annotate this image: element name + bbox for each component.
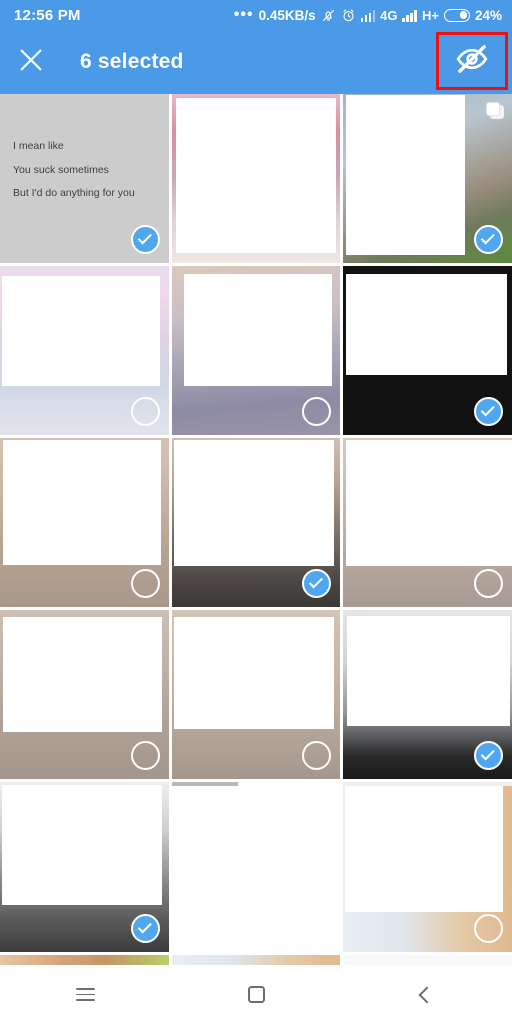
photo-thumbnail [343,955,512,965]
check-icon [480,230,495,245]
network-type-label: 4G [380,7,398,23]
grid-row: I mean like You suck sometimes But I'd d… [0,94,512,263]
close-icon [16,45,46,80]
grid-cell-photo[interactable] [0,266,169,435]
status-indicators: ••• 0.45KB/s 4G H+ 24% [233,6,502,23]
status-time: 12:56 PM [14,6,81,24]
stack-icon [485,102,504,120]
redaction-block [346,95,466,255]
grid-cell-photo[interactable] [343,94,512,263]
select-marker-unchecked[interactable] [473,569,503,598]
select-marker-checked[interactable] [473,397,503,426]
grid-cell-photo[interactable] [0,438,169,607]
note-line-1: I mean like [13,140,64,152]
redaction-block [175,98,336,253]
back-chevron-icon [418,986,436,1003]
bell-muted-icon [321,8,336,23]
more-dots-icon: ••• [233,6,254,23]
check-icon [137,919,152,934]
back-button[interactable] [341,965,512,1024]
grid-cell-photo[interactable] [0,782,169,952]
select-marker-checked[interactable] [473,741,503,770]
grid-cell-photo[interactable] [171,266,341,435]
home-square-icon [247,986,265,1003]
grid-cell-photo[interactable] [171,438,341,607]
photo-grid[interactable]: I mean like You suck sometimes But I'd d… [0,94,512,965]
page-title: 6 selected [80,50,184,73]
select-marker-unchecked[interactable] [130,397,160,426]
signal-bars-icon [360,9,376,22]
battery-percent-text: 24% [474,7,502,23]
select-marker-checked[interactable] [473,225,503,254]
note-line-3: But I'd do anything for you [13,187,135,199]
note-line-2: You suck sometimes [13,164,109,176]
close-button[interactable] [0,30,62,94]
select-marker-unchecked[interactable] [473,914,503,943]
home-button[interactable] [171,965,342,1024]
grid-row [0,266,512,435]
grid-cell-photo[interactable] [343,610,512,779]
phone-screen: 12:56 PM ••• 0.45KB/s 4G H+ 24% 6 select… [0,0,512,1024]
menu-button[interactable] [0,965,171,1024]
redaction-block [183,274,332,386]
grid-cell-text-note[interactable]: I mean like You suck sometimes But I'd d… [0,94,169,263]
check-icon [480,746,495,761]
check-icon [137,230,152,245]
redaction-block [171,782,238,952]
select-marker-checked[interactable] [130,914,160,943]
redaction-block [173,617,334,729]
grid-cell-photo[interactable] [343,955,512,965]
redaction-block [2,276,160,386]
check-icon [309,574,324,589]
signal-bars-icon-2 [402,9,417,22]
photo-thumbnail [171,955,341,965]
grid-cell-photo[interactable] [171,610,341,779]
grid-row [0,438,512,607]
eye-slash-icon [455,42,489,81]
grid-row [0,610,512,779]
grid-cell-photo[interactable] [0,955,169,965]
grid-cell-photo[interactable] [171,94,341,263]
alarm-clock-icon [341,8,356,23]
redaction-block [3,440,161,565]
grid-cell-photo[interactable] [0,610,169,779]
select-marker-checked[interactable] [130,225,160,254]
network-type-label-2: H+ [421,7,439,23]
check-icon [480,402,495,417]
battery-icon [443,8,470,22]
network-speed-text: 0.45KB/s [258,7,316,23]
photo-thumbnail [0,955,169,965]
menu-icon [75,985,95,1004]
redaction-block [347,616,511,726]
grid-row [0,955,512,965]
redaction-block [346,440,512,566]
redaction-block [346,274,508,375]
hide-button[interactable] [436,32,508,90]
select-marker-unchecked[interactable] [130,741,160,770]
grid-cell-photo[interactable] [343,438,512,607]
redaction-block [237,782,275,910]
grid-cell-photo[interactable] [171,955,341,965]
grid-row [0,782,512,952]
redaction-block [2,785,162,905]
redaction-block [345,786,504,912]
redaction-block [173,440,334,566]
redaction-block [3,617,162,732]
select-marker-unchecked[interactable] [130,569,160,598]
grid-cell-photo[interactable] [343,266,512,435]
status-bar: 12:56 PM ••• 0.45KB/s 4G H+ 24% [0,0,512,30]
grid-cell-photo[interactable] [171,782,341,952]
system-navigation-bar [0,965,512,1024]
grid-cell-photo[interactable] [343,782,512,952]
app-bar: 6 selected [0,30,512,94]
